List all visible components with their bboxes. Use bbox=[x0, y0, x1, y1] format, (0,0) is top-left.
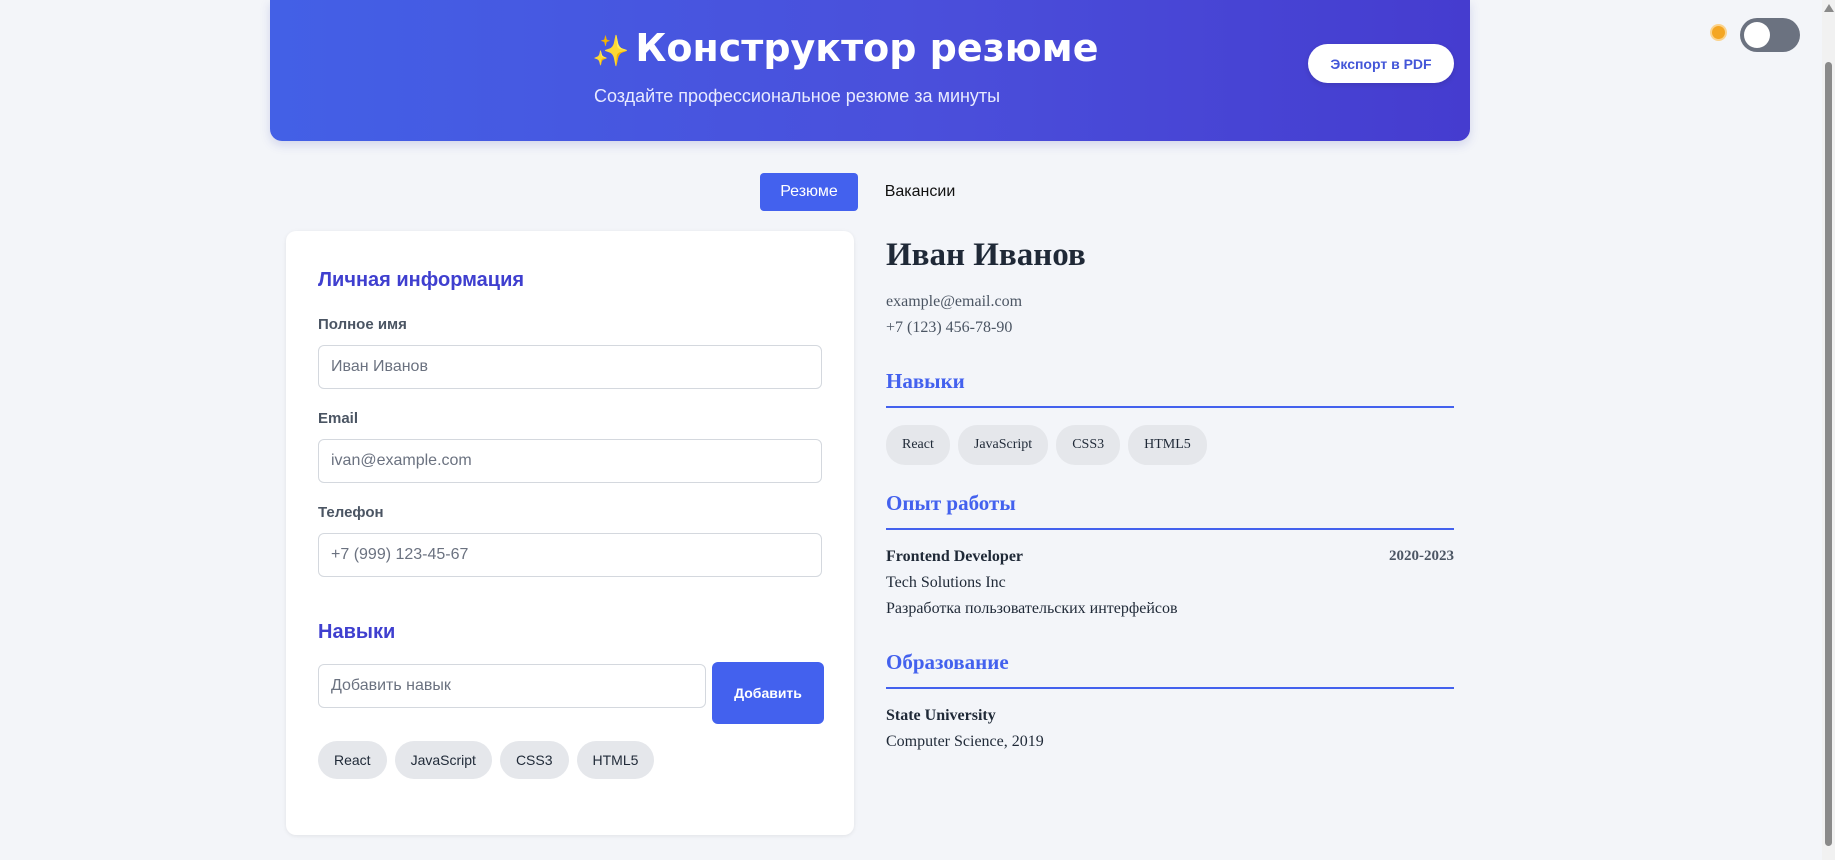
preview-experience-title: Опыт работы bbox=[886, 491, 1016, 515]
preview-skill-chip: JavaScript bbox=[957, 425, 1049, 465]
preview-education-section: Образование bbox=[886, 650, 1454, 689]
preview-skill-chip: HTML5 bbox=[1128, 425, 1207, 465]
theme-toggle[interactable] bbox=[1740, 18, 1800, 52]
header-banner: ✨ Конструктор резюме Создайте профессиона… bbox=[270, 0, 1470, 141]
preview-skill-chip: React bbox=[886, 425, 950, 465]
skill-chip[interactable]: CSS3 bbox=[499, 741, 569, 779]
personal-info-title: Личная информация bbox=[318, 269, 525, 291]
skill-input[interactable] bbox=[318, 664, 706, 708]
sun-icon bbox=[1712, 26, 1725, 39]
scrollbar[interactable] bbox=[1822, 0, 1835, 860]
phone-label: Телефон bbox=[318, 504, 384, 521]
app-title-text: Конструктор резюме bbox=[635, 26, 1099, 70]
form-skill-list: React JavaScript CSS3 HTML5 bbox=[318, 741, 655, 779]
name-input[interactable] bbox=[318, 345, 822, 389]
preview-name: Иван Иванов bbox=[886, 237, 1086, 273]
export-pdf-button[interactable]: Экспорт в PDF bbox=[1308, 44, 1454, 83]
email-label: Email bbox=[318, 410, 359, 427]
skill-chip[interactable]: HTML5 bbox=[576, 741, 655, 779]
name-label: Полное имя bbox=[318, 316, 407, 333]
preview-skills-section: Навыки bbox=[886, 369, 1454, 408]
theme-switcher bbox=[1712, 18, 1800, 54]
preview-education-title: Образование bbox=[886, 650, 1009, 674]
app-subtitle: Создайте профессиональное резюме за мину… bbox=[594, 86, 1001, 106]
add-skill-button[interactable]: Добавить bbox=[712, 662, 824, 724]
skill-chip[interactable]: React bbox=[318, 741, 387, 779]
education-school: State University bbox=[886, 707, 996, 724]
job-title: Frontend Developer bbox=[886, 548, 1024, 565]
preview-email: example@email.com bbox=[886, 293, 1023, 310]
tab-resume[interactable]: Резюме bbox=[760, 173, 858, 211]
skills-title: Навыки bbox=[318, 621, 396, 643]
job-company: Tech Solutions Inc bbox=[886, 574, 1006, 591]
skill-chip[interactable]: JavaScript bbox=[394, 741, 492, 779]
job-description: Разработка пользовательских интерфейсов bbox=[886, 600, 1178, 617]
preview-experience-section: Опыт работы bbox=[886, 491, 1454, 530]
toggle-knob bbox=[1744, 22, 1770, 48]
sparkles-icon: ✨ bbox=[592, 34, 630, 69]
resume-form-card: Личная информация Полное имя Email Телеф… bbox=[286, 231, 854, 835]
app-title: ✨ Конструктор резюме bbox=[592, 26, 1098, 70]
email-input[interactable] bbox=[318, 439, 822, 483]
job-years: 2020-2023 bbox=[1389, 548, 1454, 564]
scroll-up-arrow-icon[interactable] bbox=[1824, 4, 1834, 12]
preview-skill-list: React JavaScript CSS3 HTML5 bbox=[886, 425, 1207, 465]
education-degree: Computer Science, 2019 bbox=[886, 733, 1044, 750]
phone-input[interactable] bbox=[318, 533, 822, 577]
preview-phone: +7 (123) 456-78-90 bbox=[886, 319, 1013, 336]
preview-skill-chip: CSS3 bbox=[1056, 425, 1121, 465]
tab-vacancies[interactable]: Вакансии bbox=[870, 173, 970, 211]
scroll-thumb[interactable] bbox=[1825, 62, 1832, 846]
preview-skills-title: Навыки bbox=[886, 369, 965, 393]
